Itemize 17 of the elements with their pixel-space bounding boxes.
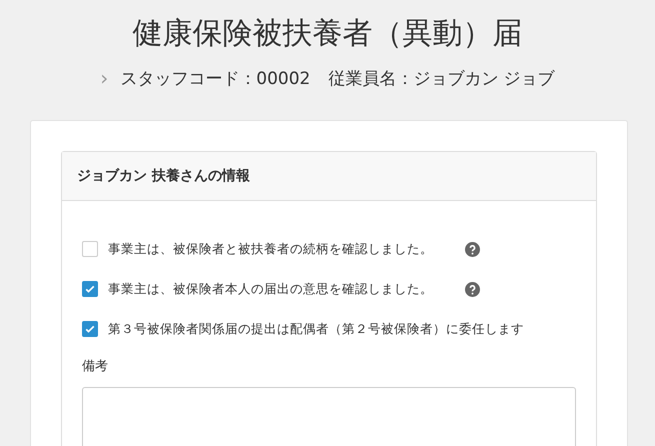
breadcrumb-text: スタッフコード：00002 [120,68,310,90]
checkbox-label: 事業主は、被保険者本人の届出の意思を確認しました。 [108,280,433,298]
checkmark-icon [84,283,96,295]
help-icon[interactable] [465,282,480,296]
checkbox[interactable] [82,281,98,297]
checkbox-label: 第３号被保険者関係届の提出は配偶者（第２号被保険者）に委任します [108,320,524,338]
chevron-icon: › [100,66,108,90]
breadcrumb-text: 従業員名：ジョブカン ジョブ [328,68,555,90]
checkmark-icon [84,323,96,335]
panel-title: ジョブカン 扶養さんの情報 [77,167,250,185]
checkbox[interactable] [82,321,98,337]
remarks-label: 備考 [82,358,109,375]
checkbox[interactable] [82,241,98,257]
remarks-field[interactable] [82,387,576,446]
page-title: 健康保険被扶養者（異動）届 [132,15,524,53]
help-icon[interactable] [465,242,480,256]
checkbox-label: 事業主は、被保険者と被扶養者の続柄を確認しました。 [108,240,433,258]
